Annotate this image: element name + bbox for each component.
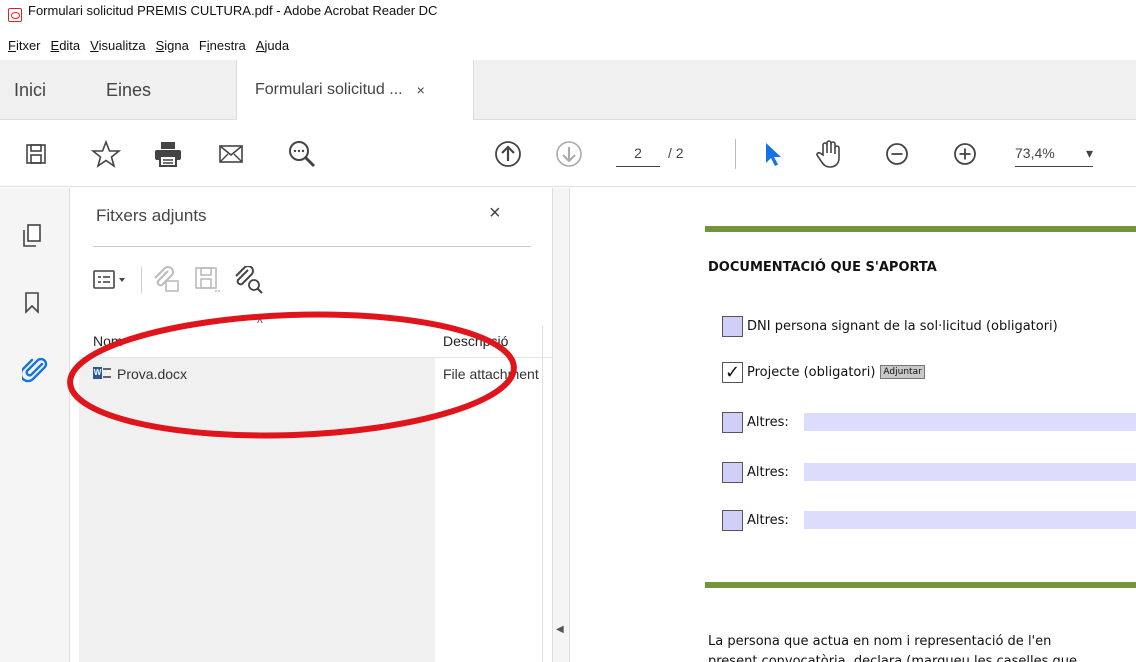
chevron-down-icon: ▾	[1085, 145, 1093, 161]
checkbox[interactable]	[722, 315, 743, 337]
bookmark-star-icon[interactable]	[88, 121, 124, 187]
checkbox-label: Altres:	[747, 464, 789, 480]
column-divider	[542, 326, 543, 662]
name-column-area	[79, 358, 435, 662]
menu-edita[interactable]: Edita	[51, 38, 81, 53]
checkbox[interactable]	[722, 411, 743, 433]
select-cursor-icon[interactable]	[762, 121, 784, 187]
pages-thumbnails-icon[interactable]	[22, 224, 42, 253]
other-document-field[interactable]	[804, 463, 1136, 481]
previous-page-icon[interactable]	[493, 121, 523, 187]
page-total: / 2	[668, 145, 684, 161]
page-number-input[interactable]: 2	[616, 139, 660, 167]
checklist-item: Altres:	[722, 460, 789, 484]
checkbox[interactable]	[722, 461, 743, 483]
checkbox-label: DNI persona signant de la sol·licitud (o…	[747, 318, 1058, 334]
attachments-panel: Fitxers adjunts × Nom ^ Descripció W Pro…	[71, 188, 552, 662]
section-rule-bottom	[705, 582, 1136, 588]
collapse-panel-icon[interactable]: ◀	[556, 624, 564, 635]
close-panel-icon[interactable]: ×	[489, 202, 501, 225]
attachment-filename: Prova.docx	[117, 366, 188, 382]
declaration-paragraph-line2: present convocatòria, declara (marqueu l…	[708, 654, 1078, 662]
attachments-list-header: Nom ^ Descripció	[79, 316, 552, 358]
options-menu-icon[interactable]	[93, 269, 129, 291]
column-name[interactable]: Nom	[93, 333, 123, 349]
menu-ajuda[interactable]: Ajuda	[256, 38, 289, 53]
navigation-rail	[0, 188, 70, 662]
toolbar-separator	[141, 267, 142, 293]
checkbox-label: Altres:	[747, 512, 789, 528]
tab-document[interactable]: Formulari solicitud ... ×	[236, 60, 474, 120]
zoom-level-select[interactable]: 73,4% ▾	[1015, 139, 1093, 167]
menu-finestra[interactable]: Finestra	[199, 38, 246, 53]
sort-ascending-icon: ^	[257, 316, 263, 330]
attachment-name-cell: W Prova.docx	[93, 366, 187, 382]
checkbox-checked[interactable]: ✓	[722, 361, 743, 383]
check-mark-icon: ✓	[724, 361, 741, 383]
tab-home[interactable]: Inici	[14, 60, 46, 120]
acrobat-icon	[8, 8, 22, 22]
declaration-paragraph-line1: La persona que actua en nom i representa…	[708, 634, 1052, 649]
attach-file-button[interactable]: Adjuntar	[880, 365, 925, 379]
close-tab-icon[interactable]: ×	[417, 82, 425, 98]
search-icon[interactable]	[286, 121, 318, 187]
checklist-item: Altres:	[722, 508, 789, 532]
tab-bar: Inici Eines Formulari solicitud ... ×	[0, 60, 1136, 120]
menu-fitxer[interactable]: Fitxer	[8, 38, 41, 53]
menu-signa[interactable]: Signa	[156, 38, 189, 53]
document-view: DOCUMENTACIÓ QUE S'APORTA DNI persona si…	[571, 188, 1136, 662]
window-titlebar: Formulari solicitud PREMIS CULTURA.pdf -…	[0, 0, 1136, 30]
word-document-icon: W	[93, 367, 111, 381]
checklist-item: Altres:	[722, 410, 789, 434]
checklist-item: ✓ Projecte (obligatori) Adjuntar	[722, 360, 925, 384]
zoom-level-value: 73,4%	[1015, 145, 1055, 161]
checkbox-label: Projecte (obligatori)	[747, 364, 876, 380]
email-icon[interactable]	[218, 121, 244, 187]
attachment-row[interactable]: W Prova.docx File attachment	[79, 358, 552, 392]
menu-visualitza[interactable]: Visualitza	[90, 38, 145, 53]
attachments-paperclip-icon[interactable]	[19, 357, 48, 389]
checklist-item: DNI persona signant de la sol·licitud (o…	[722, 314, 1058, 338]
save-icon[interactable]	[24, 121, 48, 187]
add-attachment-icon[interactable]	[152, 266, 182, 294]
toolbar-separator	[735, 139, 736, 169]
zoom-in-icon[interactable]	[952, 121, 978, 187]
hand-tool-icon[interactable]	[814, 121, 844, 187]
other-document-field[interactable]	[804, 413, 1136, 431]
panel-divider-line	[93, 246, 531, 247]
menu-bar: Fitxer Edita Visualitza Signa Finestra A…	[0, 30, 1136, 60]
main-toolbar: 2 / 2 73,4% ▾	[0, 121, 1136, 187]
bookmark-icon[interactable]	[24, 292, 40, 319]
print-icon[interactable]	[152, 121, 184, 187]
section-rule-top	[705, 226, 1136, 232]
panel-title: Fitxers adjunts	[96, 206, 207, 225]
other-document-field[interactable]	[804, 511, 1136, 529]
attachment-description: File attachment	[443, 366, 539, 382]
panel-splitter[interactable]: ◀	[552, 188, 570, 662]
search-attachment-icon[interactable]	[234, 266, 264, 294]
column-description[interactable]: Descripció	[443, 333, 508, 349]
checkbox[interactable]	[722, 509, 743, 531]
tab-tools[interactable]: Eines	[106, 60, 151, 120]
zoom-out-icon[interactable]	[884, 121, 910, 187]
checkbox-label: Altres:	[747, 414, 789, 430]
attachments-toolbar	[93, 260, 276, 300]
section-heading: DOCUMENTACIÓ QUE S'APORTA	[708, 260, 937, 275]
next-page-icon[interactable]	[554, 121, 584, 187]
tab-document-label: Formulari solicitud ...	[255, 81, 403, 98]
save-attachment-icon[interactable]	[194, 266, 222, 294]
window-title: Formulari solicitud PREMIS CULTURA.pdf -…	[28, 2, 438, 18]
